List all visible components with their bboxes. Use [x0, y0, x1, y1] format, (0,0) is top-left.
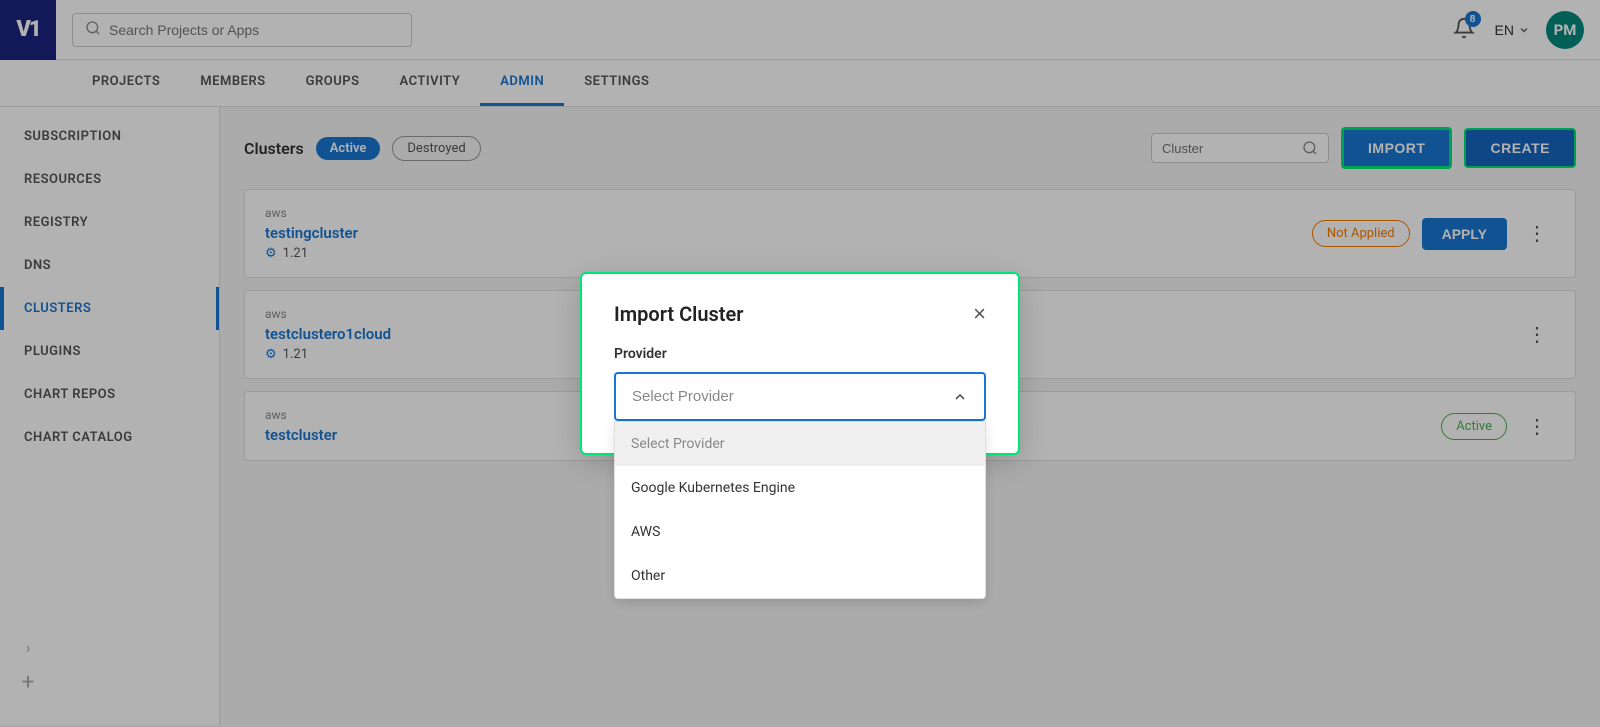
dropdown-item-aws[interactable]: AWS [615, 510, 985, 554]
provider-select-button[interactable]: Select Provider [614, 372, 986, 421]
provider-dropdown: Select Provider Google Kubernetes Engine… [614, 421, 986, 599]
modal-overlay[interactable]: Import Cluster × Provider Select Provide… [0, 0, 1600, 727]
provider-select-value: Select Provider [632, 388, 734, 405]
import-cluster-modal: Import Cluster × Provider Select Provide… [580, 272, 1020, 455]
provider-select-container: Select Provider Select Provider Google K… [614, 372, 986, 421]
modal-header: Import Cluster × [614, 302, 986, 326]
dropdown-item-gke[interactable]: Google Kubernetes Engine [615, 466, 985, 510]
chevron-up-icon [952, 389, 968, 405]
modal-title: Import Cluster [614, 302, 743, 326]
provider-label: Provider [614, 346, 986, 362]
dropdown-item-other[interactable]: Other [615, 554, 985, 598]
modal-close-button[interactable]: × [973, 303, 986, 325]
dropdown-item-select[interactable]: Select Provider [615, 422, 985, 466]
